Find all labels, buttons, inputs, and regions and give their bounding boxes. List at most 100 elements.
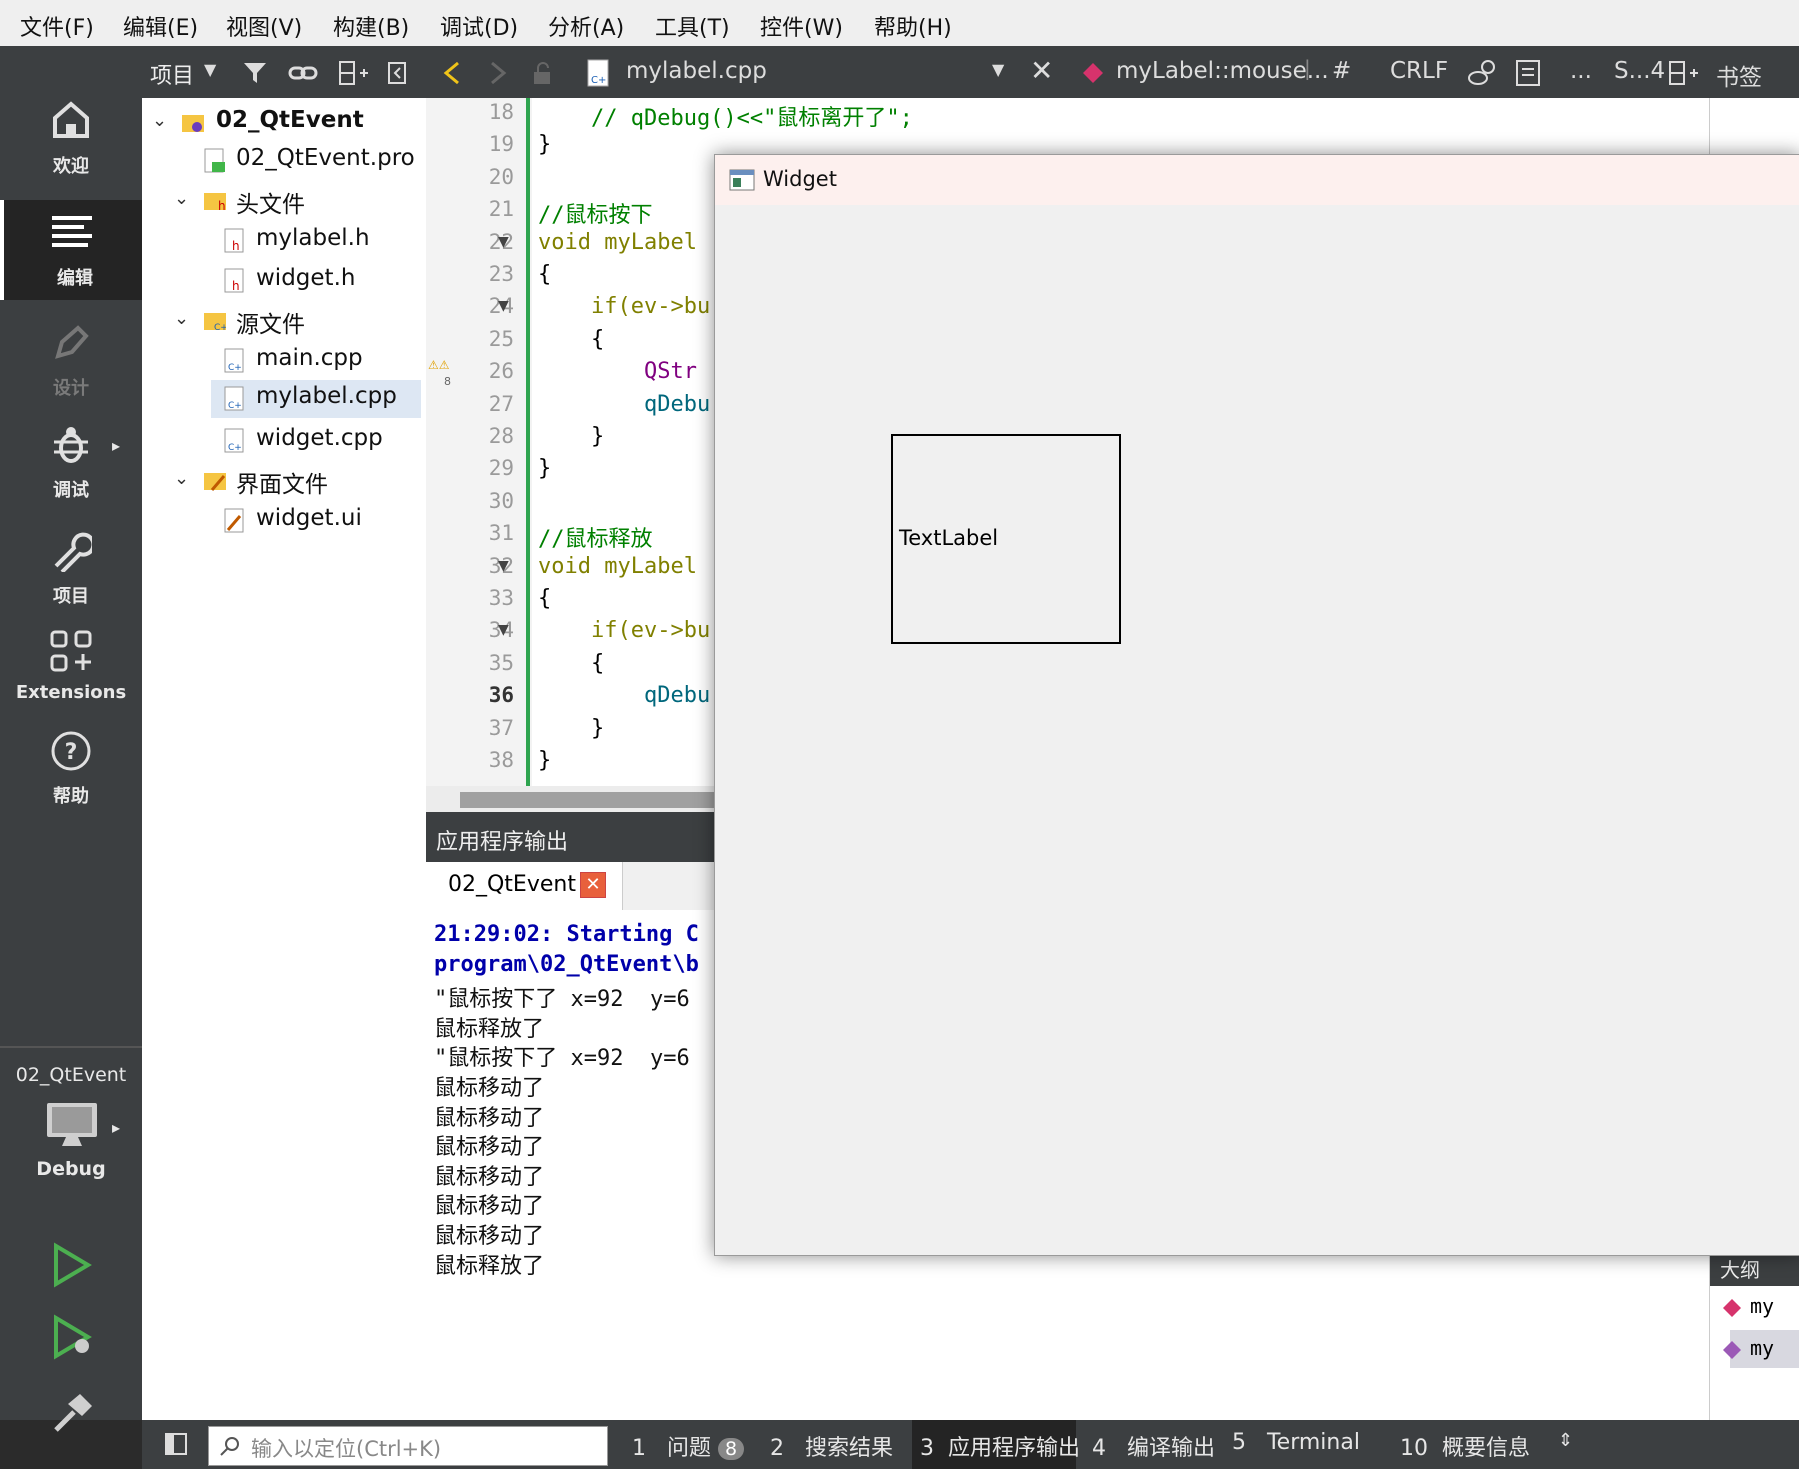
split-add-icon[interactable] (338, 60, 368, 86)
warning-icon[interactable]: ⚠⚠ (428, 359, 450, 371)
fold-arrow-icon[interactable]: ▼ (498, 298, 509, 314)
line-number[interactable]: 30 (454, 489, 514, 513)
text-label[interactable]: TextLabel (891, 434, 1121, 644)
document-outline-icon[interactable] (1514, 58, 1542, 88)
project-view-selector[interactable]: 项目 (150, 58, 194, 90)
menu-file[interactable]: 文件(F) (20, 10, 94, 42)
tree-item-widget-ui[interactable]: widget.ui (152, 502, 422, 540)
code-line[interactable]: //鼠标按下 (538, 197, 653, 229)
code-line[interactable]: } (538, 424, 604, 449)
build-hammer-icon[interactable] (50, 1390, 96, 1436)
line-number[interactable]: 21 (454, 197, 514, 221)
mode-extensions[interactable]: Extensions (0, 630, 142, 730)
line-number[interactable]: 38 (454, 748, 514, 772)
tab-search-results[interactable]: 2 搜索结果 (770, 1430, 893, 1462)
menu-controls[interactable]: 控件(W) (760, 10, 843, 42)
line-number[interactable]: 25 (454, 327, 514, 351)
widget-window[interactable]: Widget TextLabel (714, 154, 1799, 1256)
mode-projects[interactable]: 项目 (0, 528, 142, 628)
widget-titlebar[interactable]: Widget (715, 155, 1799, 205)
menu-view[interactable]: 视图(V) (226, 10, 302, 42)
fold-arrow-icon[interactable]: ▼ (498, 558, 509, 574)
link-icon[interactable] (288, 60, 318, 86)
code-line[interactable]: if(ev->bu (538, 294, 710, 319)
outline-item[interactable]: my (1750, 1294, 1774, 1318)
line-number[interactable]: 26 (454, 359, 514, 383)
mode-debug[interactable]: ▸ 调试 (0, 424, 142, 524)
tree-item-forms[interactable]: ⌄ 界面文件 (152, 462, 422, 500)
tree-item-mylabel-cpp-selected[interactable]: C+ mylabel.cpp (211, 380, 421, 418)
code-line[interactable]: { (538, 651, 604, 676)
tree-item-sources[interactable]: ⌄ C+ 源文件 (152, 302, 422, 340)
chevron-down-icon[interactable]: ⌄ (174, 308, 194, 329)
tab-general-messages[interactable]: 10 概要信息 (1400, 1430, 1530, 1462)
code-line[interactable]: } (538, 716, 604, 741)
line-number[interactable]: 27 (454, 392, 514, 416)
code-line[interactable]: //鼠标释放 (538, 521, 653, 553)
locator-field[interactable]: 输入以定位(Ctrl+K) (208, 1426, 608, 1466)
current-file-selector[interactable]: mylabel.cpp (626, 58, 767, 84)
tab-terminal[interactable]: 5 Terminal (1232, 1430, 1360, 1455)
line-number[interactable]: 18 (454, 100, 514, 124)
symbol-selector[interactable]: myLabel::mouse... (1116, 58, 1329, 84)
code-line[interactable]: qDebu (538, 392, 710, 417)
split-add-icon[interactable] (1668, 60, 1698, 86)
line-number[interactable]: 36 (454, 683, 514, 707)
menu-build[interactable]: 构建(B) (333, 10, 409, 42)
tab-application-output-active[interactable]: 3 应用程序输出 (912, 1420, 1080, 1469)
back-arrow-icon[interactable] (440, 60, 464, 86)
code-line[interactable]: // qDebug()<<"鼠标离开了"; (538, 100, 913, 132)
tree-item-project[interactable]: ⌄ 02_QtEvent (152, 104, 422, 142)
code-line[interactable]: qDebu (538, 683, 710, 708)
up-down-arrows-icon[interactable]: ⇕ (1558, 1430, 1573, 1451)
mode-design[interactable]: 设计 (0, 322, 142, 422)
line-number[interactable]: 35 (454, 651, 514, 675)
chevron-down-icon[interactable]: ⌄ (174, 468, 194, 489)
mode-help[interactable]: ? 帮助 (0, 730, 142, 830)
line-number[interactable]: 31 (454, 521, 514, 545)
debug-run-icon[interactable] (50, 1314, 96, 1360)
close-sidebar-icon[interactable] (386, 60, 410, 86)
code-line[interactable]: if(ev->bu (538, 618, 710, 643)
line-number[interactable]: 28 (454, 424, 514, 448)
line-ending-selector[interactable]: CRLF (1390, 58, 1448, 84)
line-number[interactable]: 29 (454, 456, 514, 480)
code-line[interactable]: { (538, 327, 604, 352)
menu-analyze[interactable]: 分析(A) (548, 10, 624, 42)
line-number[interactable]: 33 (454, 586, 514, 610)
mode-edit[interactable]: 编辑 (0, 200, 146, 300)
tree-item-mylabel-h[interactable]: h mylabel.h (152, 222, 422, 260)
run-icon[interactable] (50, 1242, 92, 1288)
chevron-down-icon[interactable]: ⌄ (152, 110, 172, 131)
code-line[interactable]: { (538, 262, 551, 287)
tab-compile-output[interactable]: 4 编译输出 (1092, 1430, 1215, 1462)
more-button[interactable]: ... (1570, 58, 1592, 84)
close-icon[interactable]: ✕ (1030, 54, 1053, 87)
hash-button[interactable]: # (1332, 58, 1351, 84)
output-tab-active[interactable]: 02_QtEvent ✕ (426, 862, 623, 910)
code-line[interactable]: } (538, 456, 551, 481)
tab-issues[interactable]: 1 问题 8 (632, 1430, 745, 1462)
lock-icon[interactable] (530, 60, 554, 86)
menu-help[interactable]: 帮助(H) (874, 10, 952, 42)
tree-item-widget-cpp[interactable]: C+ widget.cpp (152, 422, 422, 460)
code-line[interactable]: { (538, 586, 551, 611)
fold-arrow-icon[interactable]: ▼ (498, 622, 509, 638)
line-number[interactable]: 20 (454, 165, 514, 189)
split-selector[interactable]: S...4 (1614, 58, 1665, 84)
mode-welcome[interactable]: 欢迎 (0, 98, 142, 198)
code-line[interactable]: } (538, 132, 551, 157)
menu-tools[interactable]: 工具(T) (655, 10, 730, 42)
fold-arrow-icon[interactable]: ▼ (498, 234, 509, 250)
forward-arrow-icon[interactable] (486, 60, 510, 86)
bookmarks-label[interactable]: 书签 (1716, 58, 1762, 92)
tree-item-pro-file[interactable]: 02_QtEvent.pro (152, 142, 422, 180)
chevron-down-icon[interactable]: ▼ (204, 60, 216, 79)
outline-item[interactable]: my (1750, 1336, 1774, 1360)
line-number[interactable]: 19 (454, 132, 514, 156)
filter-icon[interactable] (242, 60, 268, 86)
tree-item-headers[interactable]: ⌄ h 头文件 (152, 182, 422, 220)
chevron-down-icon[interactable]: ▼ (992, 60, 1004, 79)
tree-item-widget-h[interactable]: h widget.h (152, 262, 422, 300)
encoding-icon[interactable] (1466, 58, 1496, 88)
